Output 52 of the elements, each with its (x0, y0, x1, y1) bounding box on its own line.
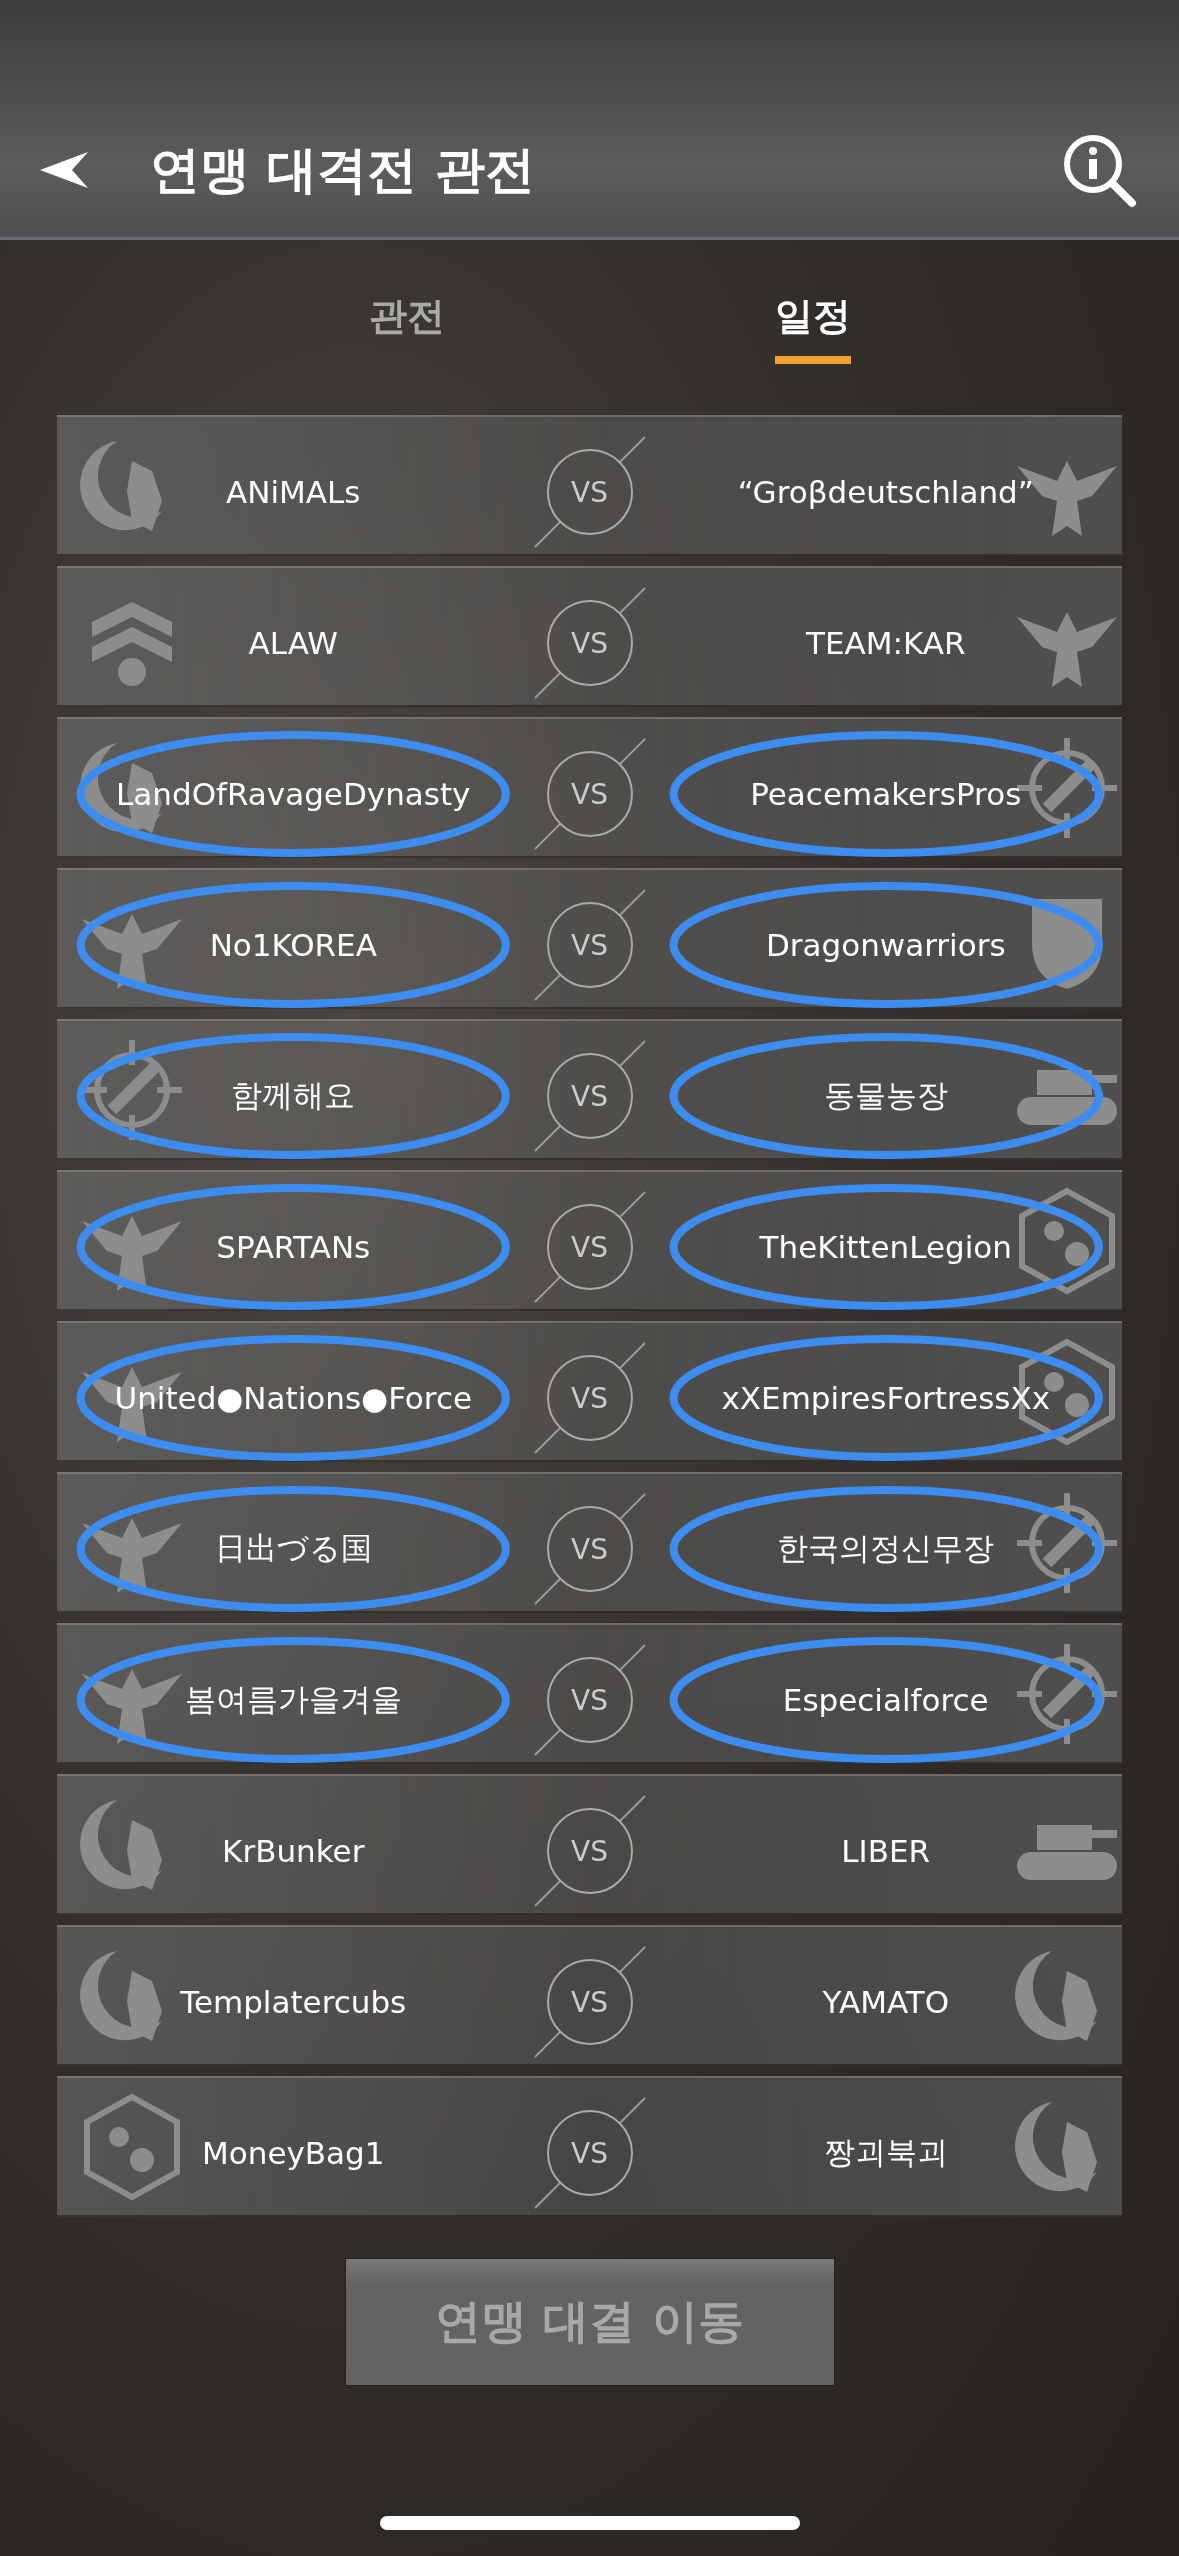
team-name: ANiMALs (226, 474, 361, 510)
team-name: xXEmpiresFortressXx (721, 1380, 1051, 1416)
back-arrow-icon[interactable] (40, 150, 90, 190)
vs-badge: VS (546, 902, 633, 988)
team-name: ALAW (248, 625, 338, 661)
team-name: 짱괴북괴 (823, 2133, 948, 2172)
vs-badge: VS (546, 751, 633, 837)
vs-badge: VS (546, 600, 633, 686)
team-name: Dragonwarriors (765, 927, 1006, 963)
team-name: 동물농장 (823, 1076, 948, 1115)
tab[interactable]: 일정 (774, 291, 851, 364)
team-name: “Groβdeutschland” (737, 474, 1034, 510)
team-name: 봄여름가을겨울 (184, 1680, 402, 1719)
vs-badge: VS (546, 1506, 633, 1592)
team-name: KrBunker (222, 1833, 365, 1869)
tab[interactable]: 관전 (368, 291, 445, 364)
vs-badge: VS (546, 2110, 633, 2196)
match-row[interactable]: 日出づる国 VS 한국의정신무장 (57, 1472, 1122, 1613)
team-name: TEAM:KAR (806, 625, 966, 661)
page-title: 연맹 대격전 관전 (150, 139, 536, 201)
match-row[interactable]: SPARTANs VS TheKittenLegion (57, 1170, 1122, 1311)
team-name: No1KOREA (209, 927, 377, 963)
vs-badge: VS (546, 1355, 633, 1441)
match-row[interactable]: 봄여름가을겨울 VS Especialforce (57, 1623, 1122, 1764)
match-row[interactable]: MoneyBag1 VS 짱괴북괴 (57, 2076, 1122, 2217)
match-row[interactable]: Templatercubs VS YAMATO (57, 1925, 1122, 2066)
match-row[interactable]: ALAW VS TEAM:KAR (57, 566, 1122, 707)
team-name: Especialforce (782, 1682, 989, 1718)
team-name: 함께해요 (231, 1076, 356, 1115)
team-name: LandOfRavageDynasty (116, 776, 471, 812)
match-row[interactable]: LandOfRavageDynasty VS PeacemakersPros (57, 717, 1122, 858)
match-row[interactable]: No1KOREA VS Dragonwarriors (57, 868, 1122, 1009)
team-name: LIBER (841, 1833, 931, 1869)
team-name: SPARTANs (216, 1229, 371, 1265)
vs-badge: VS (546, 1808, 633, 1894)
match-row[interactable]: 함께해요 VS 동물농장 (57, 1019, 1122, 1160)
match-row[interactable]: United●Nations●Force VS xXEmpiresFortressXx (57, 1321, 1122, 1462)
vs-badge: VS (546, 1657, 633, 1743)
match-row[interactable]: KrBunker VS LIBER (57, 1774, 1122, 1915)
team-name: PeacemakersPros (750, 776, 1022, 812)
vs-badge: VS (546, 449, 633, 535)
team-name: United●Nations●Force (114, 1380, 472, 1416)
team-name: 日出づる国 (214, 1529, 372, 1568)
team-name: Templatercubs (180, 1984, 407, 2020)
match-row[interactable]: ANiMALs VS “Groβdeutschland” (57, 415, 1122, 556)
team-name: MoneyBag1 (202, 2135, 385, 2171)
team-name: TheKittenLegion (759, 1229, 1012, 1265)
vs-badge: VS (546, 1204, 633, 1290)
team-name: YAMATO (822, 1984, 950, 2020)
vs-badge: VS (546, 1959, 633, 2045)
vs-badge: VS (546, 1053, 633, 1139)
team-name: 한국의정신무장 (777, 1529, 995, 1568)
